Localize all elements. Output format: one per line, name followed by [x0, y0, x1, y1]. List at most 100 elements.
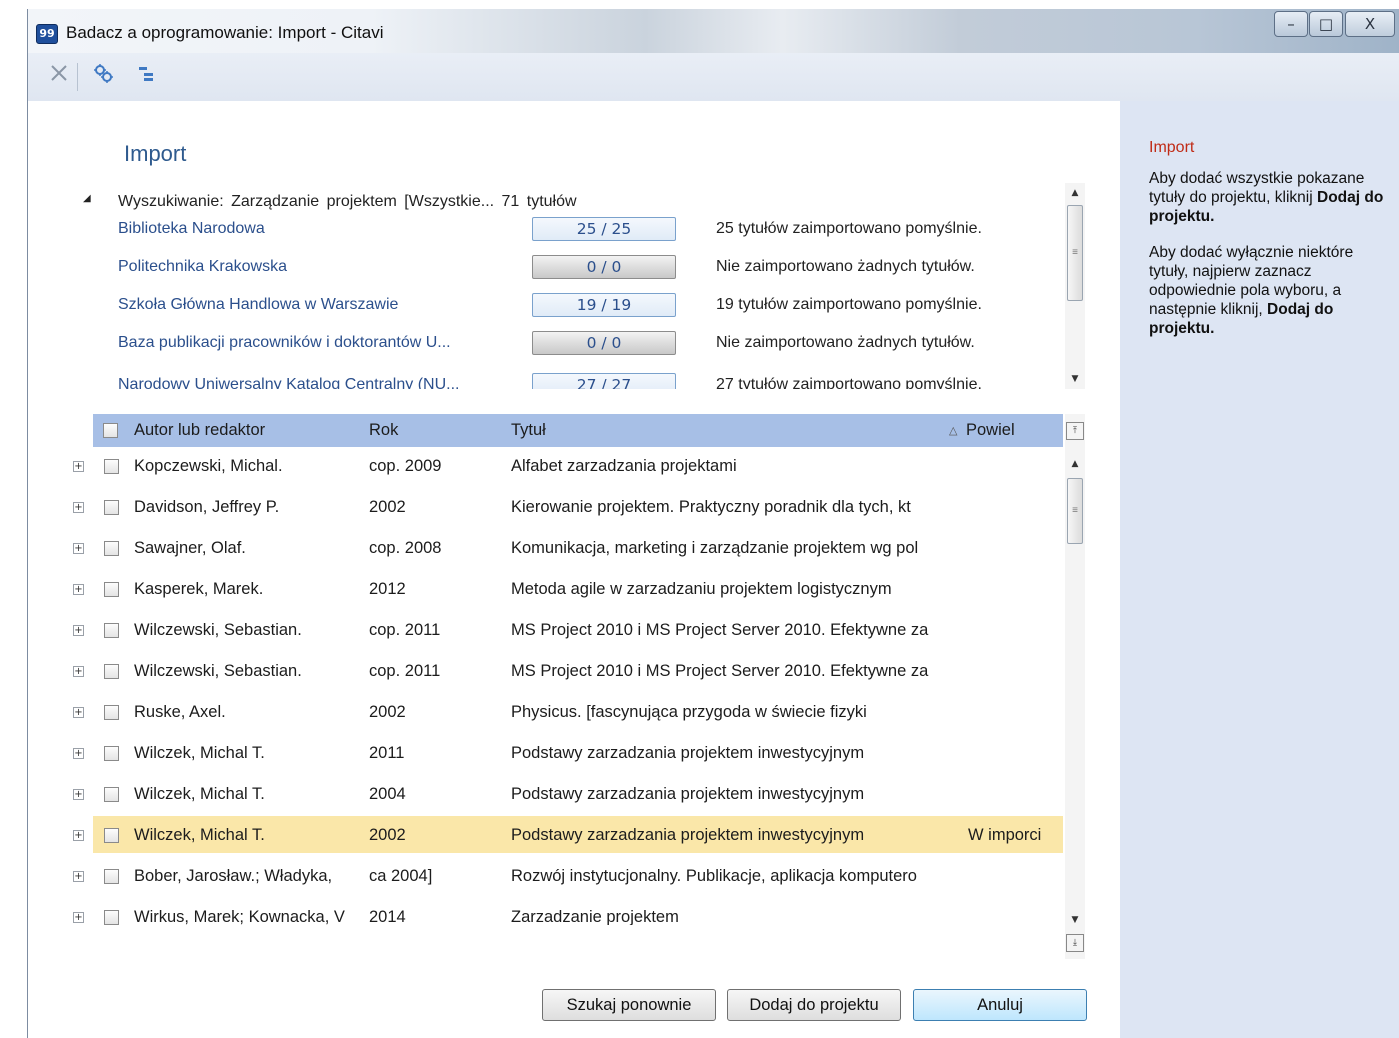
table-row[interactable]: + Wilczewski, Sebastian. cop. 2011 MS Pr… — [28, 652, 1068, 693]
cell-year: 2011 — [369, 744, 405, 762]
table-row[interactable]: + Kopczewski, Michal. cop. 2009 Alfabet … — [28, 447, 1068, 488]
sort-triangle-icon: △ — [949, 425, 958, 437]
table-row[interactable]: + Sawajner, Olaf. cop. 2008 Komunikacja,… — [28, 529, 1068, 570]
help-paragraph-2: Aby dodać wyłącznie niektóre tytuły, naj… — [1149, 243, 1394, 338]
expand-plus-icon[interactable]: + — [73, 707, 84, 718]
table-row[interactable]: + Wilczewski, Sebastian. cop. 2011 MS Pr… — [28, 611, 1068, 652]
search-summary: Wyszukiwanie: Zarządzanie projektem [Wsz… — [118, 193, 577, 210]
scroll-thumb[interactable]: ≡ — [1067, 205, 1083, 301]
cell-author: Ruske, Axel. — [134, 703, 226, 721]
source-status: 25 tytułów zaimportowano pomyślnie. — [716, 220, 982, 237]
cell-author: Kopczewski, Michal. — [134, 457, 283, 475]
expand-plus-icon[interactable]: + — [73, 912, 84, 923]
table-row[interactable]: + Wirkus, Marek; Kownacka, V 2014 Zarzad… — [28, 898, 1068, 925]
row-checkbox[interactable] — [104, 500, 119, 515]
cell-author: Kasperek, Marek. — [134, 580, 264, 598]
expand-plus-icon[interactable]: + — [73, 584, 84, 595]
source-row: Szkoła Główna Handlowa w Warszawie 19 / … — [28, 289, 1068, 327]
cell-author: Bober, Jarosław.; Władyka, — [134, 867, 333, 885]
row-checkbox[interactable] — [104, 746, 119, 761]
row-checkbox[interactable] — [104, 787, 119, 802]
source-name-link[interactable]: Narodowy Uniwersalny Katalog Centralny (… — [118, 376, 459, 389]
cell-year: 2014 — [369, 908, 406, 925]
source-name-link[interactable]: Szkoła Główna Handlowa w Warszawie — [118, 296, 398, 314]
toolbar — [28, 53, 1399, 102]
expand-plus-icon[interactable]: + — [73, 625, 84, 636]
row-checkbox[interactable] — [104, 664, 119, 679]
cell-title: Metoda agile w zarzadzaniu projektem log… — [511, 580, 892, 598]
source-row: Narodowy Uniwersalny Katalog Centralny (… — [28, 365, 1068, 389]
table-row[interactable]: + Wilczek, Michal T. 2004 Podstawy zarza… — [28, 775, 1068, 816]
table-row-highlighted[interactable]: + Wilczek, Michal T. 2002 Podstawy zarza… — [28, 816, 1068, 857]
source-name-link[interactable]: Baza publikacji pracowników i doktorantó… — [118, 334, 451, 352]
expand-plus-icon[interactable]: + — [73, 502, 84, 513]
source-status: Nie zaimportowano żadnych tytułów. — [716, 334, 975, 351]
row-checkbox[interactable] — [104, 582, 119, 597]
table-row[interactable]: + Bober, Jarosław.; Władyka, ca 2004] Ro… — [28, 857, 1068, 898]
sources-scrollbar[interactable]: ▲ ≡ ▼ — [1065, 183, 1085, 389]
row-checkbox[interactable] — [104, 705, 119, 720]
scroll-up-arrow-icon[interactable]: ▲ — [1065, 183, 1085, 203]
cell-author: Davidson, Jeffrey P. — [134, 498, 280, 516]
source-name-link[interactable]: Biblioteka Narodowa — [118, 220, 265, 238]
row-checkbox[interactable] — [104, 869, 119, 884]
scroll-bottom-icon[interactable]: ⤓ — [1066, 934, 1084, 952]
column-header-author[interactable]: Autor lub redaktor — [134, 421, 265, 440]
cell-year: 2002 — [369, 703, 406, 721]
table-row[interactable]: + Wilczek, Michal T. 2011 Podstawy zarza… — [28, 734, 1068, 775]
scroll-up-arrow-icon[interactable]: ▲ — [1065, 454, 1085, 474]
source-status: 27 tytułów zaimportowano pomyślnie. — [716, 376, 982, 389]
source-row: Baza publikacji pracowników i doktorantó… — [28, 327, 1068, 365]
search-again-button[interactable]: Szukaj ponownie — [542, 989, 716, 1021]
row-checkbox[interactable] — [104, 623, 119, 638]
row-checkbox[interactable] — [104, 541, 119, 556]
expand-plus-icon[interactable]: + — [73, 543, 84, 554]
cell-author: Wilczek, Michal T. — [134, 826, 265, 844]
expand-plus-icon[interactable]: + — [73, 830, 84, 841]
maximize-button[interactable]: □ — [1309, 11, 1343, 37]
row-checkbox[interactable] — [104, 459, 119, 474]
column-header-year[interactable]: Rok — [369, 421, 398, 440]
cancel-button[interactable]: Anuluj — [913, 989, 1087, 1021]
table-row[interactable]: + Kasperek, Marek. 2012 Metoda agile w z… — [28, 570, 1068, 611]
cell-title: Alfabet zarzadzania projektami — [511, 457, 737, 475]
cell-author: Sawajner, Olaf. — [134, 539, 246, 557]
outline-icon[interactable] — [132, 63, 160, 91]
table-row[interactable]: + Davidson, Jeffrey P. 2002 Kierowanie p… — [28, 488, 1068, 529]
column-header-title[interactable]: Tytuł — [511, 421, 546, 440]
expand-plus-icon[interactable]: + — [73, 789, 84, 800]
column-header-duplicate[interactable]: Powiel — [966, 421, 1015, 440]
title-bar: 99 Badacz a oprogramowanie: Import - Cit… — [28, 9, 1399, 53]
cell-title: Kierowanie projektem. Praktyczny poradni… — [511, 498, 911, 516]
row-checkbox[interactable] — [104, 828, 119, 843]
scroll-down-arrow-icon[interactable]: ▼ — [1065, 910, 1085, 930]
expand-plus-icon[interactable]: + — [73, 461, 84, 472]
scroll-top-icon[interactable]: ⤒ — [1066, 422, 1084, 440]
expand-plus-icon[interactable]: + — [73, 871, 84, 882]
grid-header: Autor lub redaktor Rok Tytuł △ Powiel — [93, 414, 1063, 447]
citavi-app-icon: 99 — [36, 24, 58, 44]
expand-plus-icon[interactable]: + — [73, 748, 84, 759]
grid-scrollbar[interactable]: ⤒ ▲ ≡ ▼ ⤓ — [1065, 414, 1085, 959]
cell-year: 2002 — [369, 826, 406, 844]
cell-author: Wilczewski, Sebastian. — [134, 621, 302, 639]
cell-title: Physicus. [fascynująca przygoda w świeci… — [511, 703, 867, 721]
close-x-icon[interactable] — [45, 63, 73, 91]
add-to-project-button[interactable]: Dodaj do projektu — [727, 989, 901, 1021]
minimize-button[interactable]: – — [1274, 11, 1308, 37]
close-button[interactable]: X — [1345, 11, 1395, 37]
gears-icon[interactable] — [90, 63, 118, 91]
table-row[interactable]: + Ruske, Axel. 2002 Physicus. [fascynują… — [28, 693, 1068, 734]
cell-duplicate: W imporci — [968, 826, 1042, 844]
source-name-link[interactable]: Politechnika Krakowska — [118, 258, 287, 276]
scroll-down-arrow-icon[interactable]: ▼ — [1065, 369, 1085, 389]
source-list: Biblioteka Narodowa 25 / 25 25 tytułów z… — [28, 213, 1068, 389]
select-all-checkbox[interactable] — [103, 423, 118, 438]
scroll-thumb[interactable]: ≡ — [1067, 478, 1083, 544]
collapse-triangle-icon[interactable]: ◢ — [83, 193, 91, 204]
cell-year: cop. 2011 — [369, 662, 441, 680]
cell-year: cop. 2011 — [369, 621, 441, 639]
expand-plus-icon[interactable]: + — [73, 666, 84, 677]
row-checkbox[interactable] — [104, 910, 119, 925]
cell-title: Zarzadzanie projektem — [511, 908, 679, 925]
